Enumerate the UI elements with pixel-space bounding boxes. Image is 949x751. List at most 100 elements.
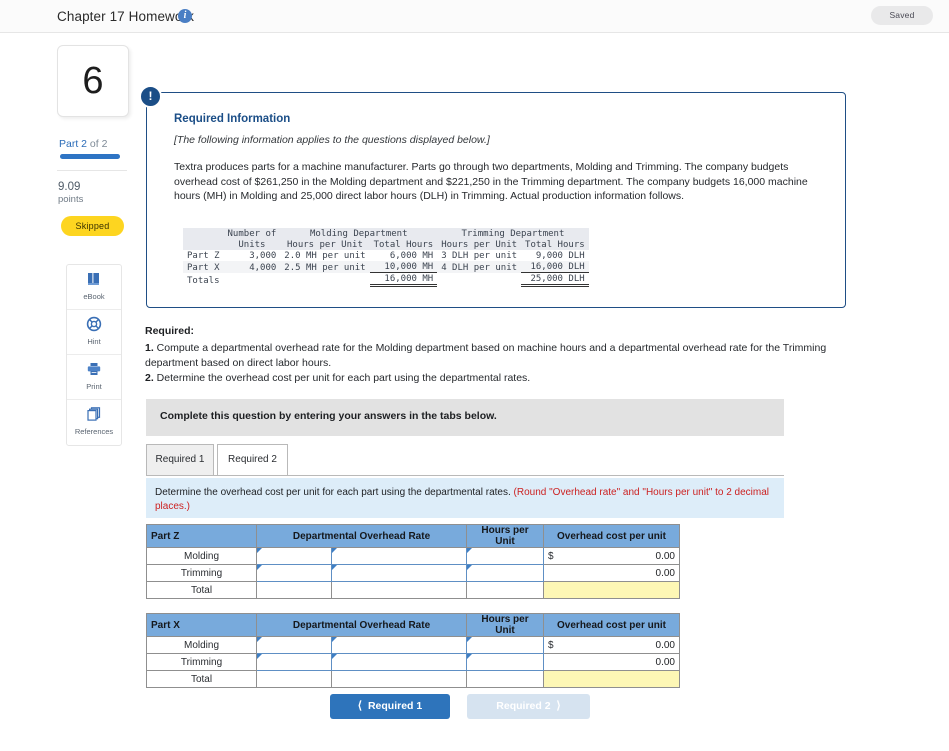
mono-row-trimming-hpu: 4 DLH per unit bbox=[441, 262, 518, 273]
saved-status-badge: Saved bbox=[871, 6, 933, 25]
previous-required-label: Required 1 bbox=[367, 700, 423, 712]
input-molding-rate-a[interactable] bbox=[256, 547, 332, 565]
mono-row-trimming-total: 16,000 DLH bbox=[521, 261, 589, 273]
input-molding-hours[interactable] bbox=[466, 547, 544, 565]
part-progress-bar bbox=[60, 154, 120, 159]
input-trimming-rate-b[interactable] bbox=[331, 653, 467, 671]
tool-references-label: References bbox=[74, 427, 114, 436]
mono-row-molding-total: 10,000 MH bbox=[369, 261, 438, 273]
part-indicator-of: of 2 bbox=[87, 138, 108, 150]
mono-sub-units: Units bbox=[238, 240, 266, 250]
tab-required-1[interactable]: Required 1 bbox=[146, 444, 214, 476]
question-prompt-text: Determine the overhead cost per unit for… bbox=[155, 487, 514, 498]
total-cost-cell bbox=[543, 581, 680, 599]
value-molding-cost: $0.00 bbox=[543, 547, 680, 565]
top-bar: Chapter 17 Homework i Saved bbox=[0, 0, 949, 33]
tool-print-label: Print bbox=[86, 382, 102, 391]
mono-totals-molding-total: 16,000 MH bbox=[369, 272, 438, 287]
table-row: Total bbox=[146, 670, 680, 688]
col-hours-per-unit: Hours per Unit bbox=[466, 613, 544, 637]
question-number-box: 6 bbox=[57, 45, 129, 117]
points-label: points bbox=[58, 194, 84, 205]
mono-row-molding-hpu: 2.0 MH per unit bbox=[284, 251, 366, 261]
row-label-total: Total bbox=[146, 581, 257, 599]
mono-sub-blank bbox=[183, 239, 224, 250]
homework-page: Chapter 17 Homework i Saved 6 Part 2 of … bbox=[0, 0, 949, 751]
mono-group-header-row: Number of Molding Department Trimming De… bbox=[183, 228, 589, 239]
total-hours-blank bbox=[466, 670, 544, 688]
total-rate-a-blank bbox=[256, 581, 332, 599]
required-heading: Required: bbox=[145, 325, 195, 337]
book-icon bbox=[67, 271, 121, 291]
table-row: Total bbox=[146, 581, 680, 599]
mono-sub-molding-hpu: Hours per Unit bbox=[287, 240, 363, 250]
input-molding-hours[interactable] bbox=[466, 636, 544, 654]
col-overhead-cost-per-unit: Overhead cost per unit bbox=[543, 613, 680, 637]
required-information-title: Required Information bbox=[174, 113, 291, 125]
tool-references[interactable]: References bbox=[67, 400, 121, 445]
tool-hint-label: Hint bbox=[87, 337, 101, 346]
tool-stack: eBook Hint Print References bbox=[66, 264, 122, 446]
answer-table-header-row: Part Z Departmental Overhead Rate Hours … bbox=[146, 524, 680, 548]
table-row: Molding $0.00 bbox=[146, 636, 680, 654]
table-row-totals: Totals 16,000 MH 25,000 DLH bbox=[183, 272, 589, 287]
row-label-trimming: Trimming bbox=[146, 653, 257, 671]
mono-sub-trimming-hpu: Hours per Unit bbox=[441, 240, 518, 250]
mono-row-molding-total: 6,000 MH bbox=[389, 251, 434, 261]
tool-print[interactable]: Print bbox=[67, 355, 121, 400]
mono-sub-header-row: Units Hours per Unit Total Hours Hours p… bbox=[183, 239, 589, 250]
input-molding-rate-b[interactable] bbox=[331, 636, 467, 654]
printer-icon bbox=[67, 361, 121, 381]
mono-totals-molding-hpu bbox=[280, 273, 369, 286]
mono-row-molding-hpu: 2.5 MH per unit bbox=[284, 262, 366, 273]
info-icon[interactable]: i bbox=[178, 9, 192, 23]
col-overhead-cost-per-unit: Overhead cost per unit bbox=[543, 524, 680, 548]
complete-question-bar: Complete this question by entering your … bbox=[146, 399, 784, 436]
copy-pages-icon bbox=[67, 406, 121, 426]
tool-ebook[interactable]: eBook bbox=[67, 265, 121, 310]
value-trimming-cost: 0.00 bbox=[543, 564, 680, 582]
input-trimming-rate-a[interactable] bbox=[256, 653, 332, 671]
tab-required-2[interactable]: Required 2 bbox=[217, 444, 288, 476]
mono-group-molding: Molding Department bbox=[309, 229, 408, 239]
table-row: Trimming 0.00 bbox=[146, 564, 680, 582]
value-molding-cost: $0.00 bbox=[543, 636, 680, 654]
next-required-label: Required 2 bbox=[496, 700, 551, 712]
tool-ebook-label: eBook bbox=[83, 292, 105, 301]
input-trimming-hours[interactable] bbox=[466, 564, 544, 582]
total-cost-cell bbox=[543, 670, 680, 688]
part-progress-fill bbox=[60, 154, 120, 159]
mono-row-label: Part Z bbox=[187, 251, 220, 261]
mono-totals-trimming-hpu bbox=[437, 273, 521, 286]
question-prompt-banner: Determine the overhead cost per unit for… bbox=[146, 478, 784, 518]
mono-blank-corner bbox=[183, 228, 224, 239]
input-trimming-hours[interactable] bbox=[466, 653, 544, 671]
col-departmental-overhead-rate: Departmental Overhead Rate bbox=[256, 613, 467, 637]
total-hours-blank bbox=[466, 581, 544, 599]
input-molding-rate-b[interactable] bbox=[331, 547, 467, 565]
part-indicator-main: Part 2 bbox=[59, 138, 88, 150]
part-indicator: Part 2 of 2 bbox=[59, 138, 107, 150]
value-trimming-cost: 0.00 bbox=[543, 653, 680, 671]
page-title: Chapter 17 Homework bbox=[57, 9, 194, 24]
status-badge: Skipped bbox=[61, 216, 124, 236]
col-hours-per-unit: Hours per Unit bbox=[466, 524, 544, 548]
part-name-header: Part X bbox=[146, 613, 257, 637]
mono-totals-units bbox=[224, 273, 281, 286]
mono-totals-label: Totals bbox=[187, 275, 220, 286]
row-label-trimming: Trimming bbox=[146, 564, 257, 582]
rail-divider bbox=[57, 170, 127, 171]
dollar-sign: $ bbox=[548, 639, 554, 651]
tool-hint[interactable]: Hint bbox=[67, 310, 121, 355]
input-trimming-rate-a[interactable] bbox=[256, 564, 332, 582]
row-label-total: Total bbox=[146, 670, 257, 688]
next-required-button[interactable]: Required 2 ⟩ bbox=[467, 694, 590, 719]
required-information-body: Textra produces parts for a machine manu… bbox=[174, 161, 808, 203]
input-trimming-rate-b[interactable] bbox=[331, 564, 467, 582]
total-rate-a-blank bbox=[256, 670, 332, 688]
previous-required-button[interactable]: ⟨ Required 1 bbox=[330, 694, 450, 719]
molding-cost-value: 0.00 bbox=[655, 639, 675, 651]
input-molding-rate-a[interactable] bbox=[256, 636, 332, 654]
mono-totals-trimming-total: 25,000 DLH bbox=[521, 272, 589, 287]
table-row: Part X 4,000 2.5 MH per unit 10,000 MH 4… bbox=[183, 261, 589, 273]
